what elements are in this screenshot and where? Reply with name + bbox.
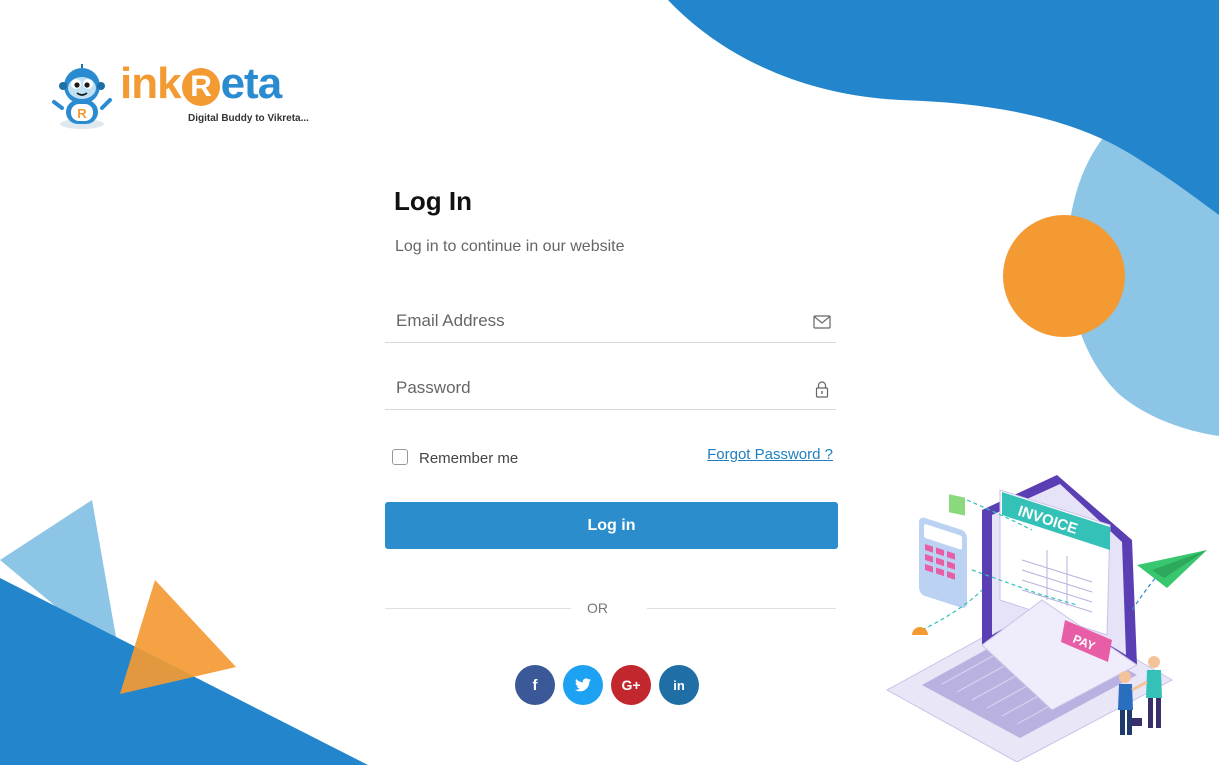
- light-blue-blob: [1067, 120, 1219, 436]
- twitter-button[interactable]: [563, 665, 603, 705]
- password-field[interactable]: [396, 375, 796, 401]
- lock-icon: [815, 381, 829, 398]
- svg-text:R: R: [77, 106, 87, 121]
- divider-line-right: [647, 608, 836, 609]
- or-label: OR: [587, 600, 608, 616]
- logo-r-icon: R: [181, 68, 220, 106]
- page-title: Log In: [394, 186, 472, 216]
- logo-text-ink: ink: [120, 59, 182, 108]
- blue-triangle: [0, 578, 368, 765]
- or-divider: OR: [385, 598, 836, 618]
- paper-plane: [1137, 550, 1207, 588]
- facebook-button[interactable]: f: [515, 665, 555, 705]
- logo[interactable]: R ink Reta Digital Buddy to Vikreta...: [48, 59, 313, 134]
- remember-me: Remember me: [392, 447, 518, 467]
- orange-triangle: [120, 580, 236, 694]
- password-field-wrapper: [385, 367, 836, 410]
- calculator: [919, 517, 967, 608]
- page-subtitle: Log in to continue in our website: [395, 238, 625, 255]
- remember-me-label[interactable]: Remember me: [419, 450, 518, 467]
- google-plus-icon: G+: [621, 677, 641, 693]
- divider-line-left: [385, 608, 571, 609]
- email-field-wrapper: [385, 300, 836, 343]
- light-blue-triangle: [0, 500, 120, 660]
- robot-mascot-icon: R: [52, 64, 112, 129]
- twitter-icon: [575, 678, 591, 692]
- email-field[interactable]: [396, 308, 796, 334]
- logo-text-eta: eta: [220, 59, 283, 108]
- google-plus-button[interactable]: G+: [611, 665, 651, 705]
- logo-tagline: Digital Buddy to Vikreta...: [188, 113, 309, 124]
- invoice-laptop-illustration: INVOICE PAY: [885, 475, 1207, 762]
- linkedin-button[interactable]: in: [659, 665, 699, 705]
- linkedin-icon: in: [673, 677, 685, 693]
- facebook-icon: f: [532, 676, 538, 694]
- envelope-icon: [813, 315, 831, 329]
- orange-circle: [1003, 215, 1125, 337]
- forgot-password-link[interactable]: Forgot Password ?: [707, 446, 833, 463]
- social-login-buttons: f G+ in: [515, 665, 699, 705]
- remember-me-checkbox[interactable]: [392, 449, 408, 465]
- login-button[interactable]: Log in: [385, 502, 838, 549]
- logo-wordmark: ink Reta: [120, 56, 283, 112]
- blue-wave: [668, 0, 1219, 215]
